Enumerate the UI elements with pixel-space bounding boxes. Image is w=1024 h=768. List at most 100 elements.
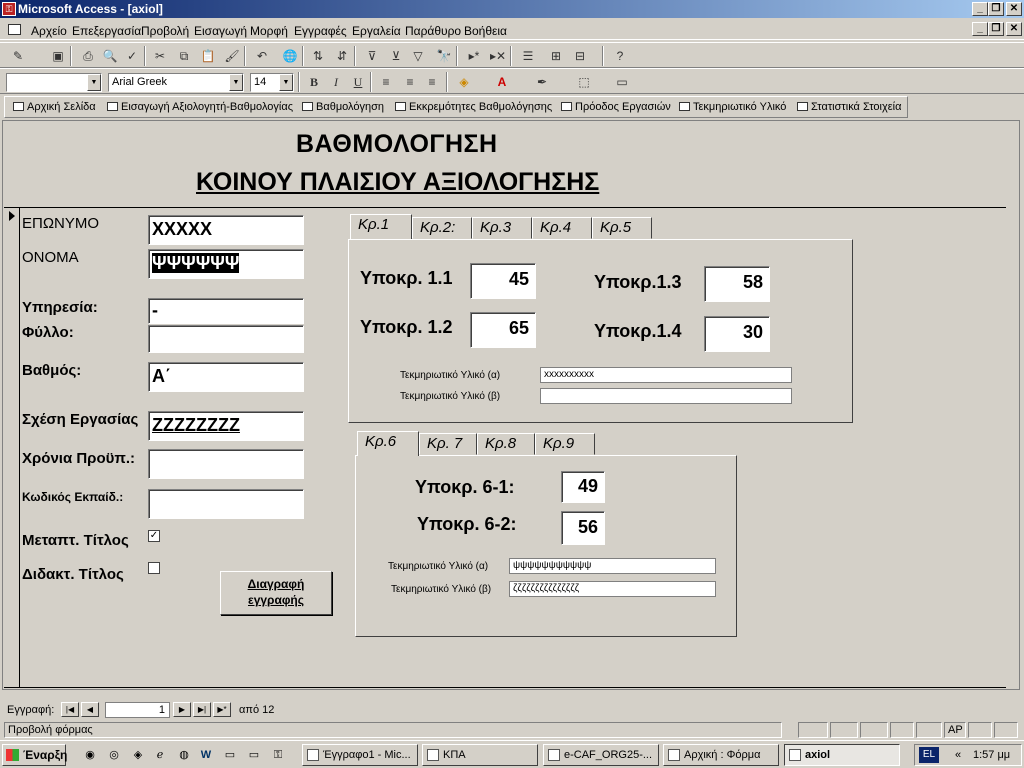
border-icon[interactable]: ⬚: [574, 73, 594, 91]
sub12-field[interactable]: 65: [470, 312, 536, 348]
doc-minimize-button[interactable]: _: [972, 22, 988, 36]
tray-expand-icon[interactable]: «: [955, 745, 961, 765]
years-field[interactable]: [148, 449, 304, 479]
bold-icon[interactable]: B: [304, 73, 324, 91]
help-icon[interactable]: ?: [610, 47, 630, 65]
tab-criterion-6[interactable]: Κρ.6: [357, 431, 419, 456]
font-size-combo[interactable]: 14 ▼: [250, 73, 294, 92]
menu-format[interactable]: Μορφή: [250, 24, 288, 38]
line-color-icon[interactable]: ✒: [532, 73, 552, 91]
apply-filter-icon[interactable]: ▽: [408, 47, 428, 65]
paste-icon[interactable]: 📋: [198, 47, 218, 65]
switch-evaluator-entry[interactable]: Εισαγωγή Αξιολογητή-Βαθμολογίας: [107, 101, 293, 113]
new-record-icon[interactable]: ▸*: [464, 47, 484, 65]
switch-home[interactable]: Αρχική Σελίδα: [13, 101, 96, 113]
switch-statistics[interactable]: Στατιστικά Στοιχεία: [797, 101, 901, 113]
restore-button[interactable]: ❐: [988, 2, 1004, 16]
insert-hyperlink-icon[interactable]: 🌐: [280, 47, 300, 65]
object-combo[interactable]: ▼: [6, 73, 102, 92]
new-object-icon[interactable]: ⊟: [570, 47, 590, 65]
menu-records[interactable]: Εγγραφές: [294, 24, 347, 38]
task-home-form[interactable]: Αρχική : Φόρμα: [663, 744, 779, 766]
properties-icon[interactable]: ☰: [518, 47, 538, 65]
task-ecaf[interactable]: e-CAF_ORG25-...: [543, 744, 659, 766]
undo-icon[interactable]: ↶: [252, 47, 272, 65]
copy-icon[interactable]: ⧉: [174, 47, 194, 65]
menu-file[interactable]: Αρχείο: [31, 24, 67, 38]
new-record-nav-icon[interactable]: ▶*: [213, 702, 231, 717]
surname-field[interactable]: XXXXX: [148, 215, 304, 245]
phd-checkbox[interactable]: [148, 562, 160, 574]
switch-pending-grading[interactable]: Εκκρεμότητες Βαθμολόγησης: [395, 101, 552, 113]
quicklaunch-access-icon[interactable]: ⚿: [270, 747, 286, 763]
menu-insert[interactable]: Εισαγωγή: [194, 24, 247, 38]
sub61-field[interactable]: 49: [561, 471, 605, 503]
quicklaunch-folder-icon[interactable]: ▭: [222, 747, 238, 763]
line-width-icon[interactable]: ▭: [612, 73, 632, 91]
filter-by-form-icon[interactable]: ⊻: [386, 47, 406, 65]
quicklaunch-word-icon[interactable]: W: [198, 747, 214, 763]
sort-descending-icon[interactable]: ⇵: [332, 47, 352, 65]
quicklaunch-app-icon[interactable]: ◍: [176, 747, 192, 763]
menu-edit[interactable]: Επεξεργασία: [72, 24, 141, 38]
switch-supporting-material[interactable]: Τεκμηριωτικό Υλικό: [679, 101, 786, 113]
switch-progress[interactable]: Πρόοδος Εργασιών: [561, 101, 671, 113]
quicklaunch-folder2-icon[interactable]: ▭: [246, 747, 262, 763]
task-axiol[interactable]: axiol: [784, 744, 900, 766]
tab-criterion-9[interactable]: Κρ.9: [535, 433, 595, 455]
menu-tools[interactable]: Εργαλεία: [352, 24, 401, 38]
tab-criterion-3[interactable]: Κρ.3: [472, 217, 532, 239]
first-record-icon[interactable]: |◀: [61, 702, 79, 717]
gender-field[interactable]: [148, 325, 304, 353]
tab-criterion-5[interactable]: Κρ.5: [592, 217, 652, 239]
print-preview-icon[interactable]: 🔍: [100, 47, 120, 65]
sub11-field[interactable]: 45: [470, 263, 536, 299]
doc-restore-button[interactable]: ❐: [988, 22, 1004, 36]
material-a-field[interactable]: xxxxxxxxxx: [540, 367, 792, 383]
previous-record-icon[interactable]: ◀: [81, 702, 99, 717]
sub62-field[interactable]: 56: [561, 511, 605, 545]
sort-ascending-icon[interactable]: ⇅: [308, 47, 328, 65]
task-folder[interactable]: ΚΠΑ: [422, 744, 538, 766]
tab-criterion-1[interactable]: Κρ.1: [350, 214, 412, 239]
font-name-combo[interactable]: Arial Greek ▼: [108, 73, 244, 92]
edu-field[interactable]: [148, 489, 304, 519]
material-b-field[interactable]: [540, 388, 792, 404]
record-selector-arrow-icon[interactable]: [9, 211, 15, 221]
delete-record-button[interactable]: Διαγραφή εγγραφής: [220, 571, 332, 615]
sub13-field[interactable]: 58: [704, 266, 770, 302]
database-window-icon[interactable]: ⊞: [546, 47, 566, 65]
align-right-icon[interactable]: ≡: [422, 73, 442, 91]
cut-icon[interactable]: ✂: [150, 47, 170, 65]
align-left-icon[interactable]: ≡: [376, 73, 396, 91]
design-view-icon[interactable]: ✎: [8, 47, 28, 65]
menu-help[interactable]: Βοήθεια: [464, 24, 507, 38]
material-6a-field[interactable]: ψψψψψψψψψψψ: [509, 558, 716, 574]
last-record-icon[interactable]: ▶|: [193, 702, 211, 717]
font-color-icon[interactable]: A: [492, 73, 512, 91]
italic-icon[interactable]: I: [326, 73, 346, 91]
sub14-field[interactable]: 30: [704, 316, 770, 352]
switch-grading[interactable]: Βαθμολόγηση: [302, 101, 384, 113]
spelling-icon[interactable]: ✓: [122, 47, 142, 65]
employment-field[interactable]: ZZZZZZZZ: [148, 411, 304, 441]
quicklaunch-ie-icon[interactable]: ℯ: [152, 747, 168, 763]
format-painter-icon[interactable]: 🖌: [222, 47, 242, 65]
language-indicator[interactable]: EL: [919, 747, 939, 763]
find-icon[interactable]: 🔭: [434, 47, 454, 65]
postgrad-checkbox[interactable]: ✓: [148, 530, 160, 542]
menu-window[interactable]: Παράθυρο: [405, 24, 461, 38]
tab-criterion-7[interactable]: Κρ. 7: [419, 433, 477, 455]
name-field[interactable]: ΨΨΨΨΨΨ: [148, 249, 304, 279]
tab-criterion-4[interactable]: Κρ.4: [532, 217, 592, 239]
tab-criterion-8[interactable]: Κρ.8: [477, 433, 535, 455]
tab-criterion-2[interactable]: Κρ.2:: [412, 217, 472, 239]
doc-close-button[interactable]: ✕: [1006, 22, 1022, 36]
start-button[interactable]: Έναρξη: [2, 744, 67, 766]
minimize-button[interactable]: _: [972, 2, 988, 16]
form-icon[interactable]: [8, 24, 21, 35]
align-center-icon[interactable]: ≡: [400, 73, 420, 91]
record-number-field[interactable]: 1: [105, 702, 170, 718]
save-icon[interactable]: ▣: [48, 47, 68, 65]
close-button[interactable]: ✕: [1006, 2, 1022, 16]
